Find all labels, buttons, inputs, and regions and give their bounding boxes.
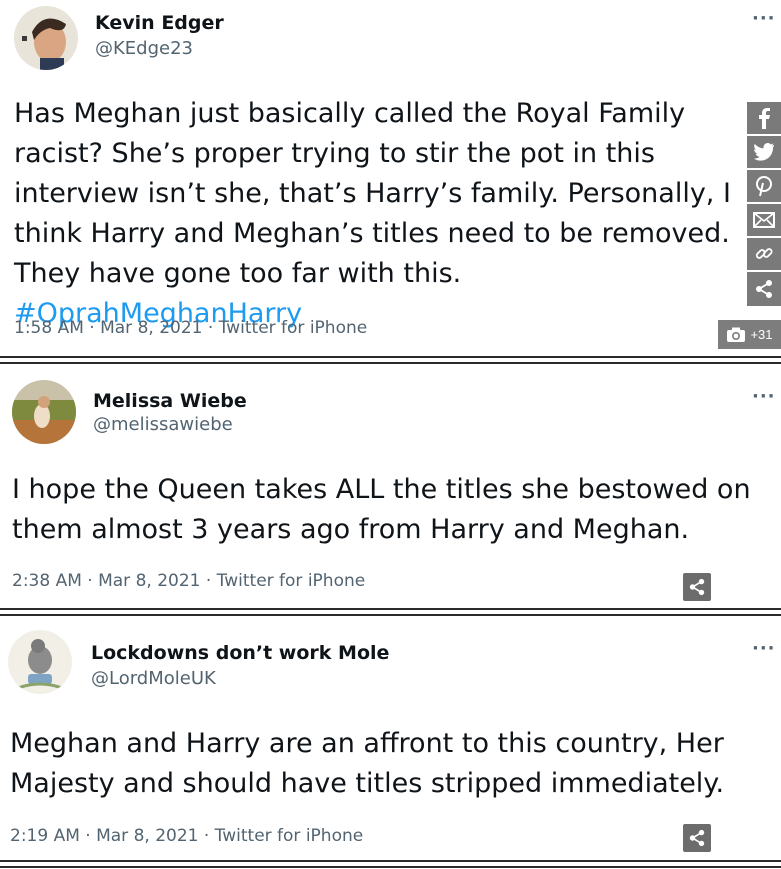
- author-handle[interactable]: @melissawiebe: [93, 414, 233, 435]
- author-name[interactable]: Kevin Edger: [95, 12, 224, 34]
- avatar[interactable]: [8, 630, 72, 694]
- tweet-meta[interactable]: 2:38 AM · Mar 8, 2021 · Twitter for iPho…: [12, 571, 365, 591]
- tweet-text: I hope the Queen takes ALL the titles sh…: [12, 474, 751, 545]
- share-icon: [689, 578, 705, 596]
- social-share-bar: [747, 102, 781, 306]
- more-options-button[interactable]: ···: [752, 8, 776, 29]
- author-handle[interactable]: @KEdge23: [95, 38, 193, 59]
- author-name[interactable]: Lockdowns don’t work Mole: [91, 642, 389, 664]
- avatar[interactable]: [12, 380, 76, 444]
- link-icon[interactable]: [747, 238, 781, 272]
- divider: [0, 608, 781, 616]
- share-button[interactable]: [683, 573, 711, 601]
- share-icon: [689, 829, 705, 847]
- gallery-count: +31: [750, 327, 773, 342]
- avatar[interactable]: [14, 6, 78, 70]
- tweet-card: Lockdowns don’t work Mole @LordMoleUK ··…: [0, 616, 781, 860]
- divider: [0, 356, 781, 364]
- tweet-body: Has Meghan just basically called the Roy…: [14, 98, 731, 289]
- camera-icon: [727, 327, 746, 342]
- tweet-meta[interactable]: 2:19 AM · Mar 8, 2021 · Twitter for iPho…: [10, 826, 363, 846]
- tweet-text: Has Meghan just basically called the Roy…: [14, 94, 754, 334]
- author-name[interactable]: Melissa Wiebe: [93, 390, 247, 412]
- pinterest-icon[interactable]: [747, 170, 781, 204]
- facebook-icon[interactable]: [747, 102, 781, 136]
- tweet-text: Meghan and Harry are an affront to this …: [10, 728, 725, 799]
- twitter-icon[interactable]: [747, 136, 781, 170]
- share-icon[interactable]: [747, 272, 781, 306]
- tweet-card: Melissa Wiebe @melissawiebe ··· I hope t…: [0, 364, 781, 608]
- more-options-button[interactable]: ···: [752, 386, 776, 407]
- more-options-button[interactable]: ···: [752, 638, 776, 659]
- author-handle[interactable]: @LordMoleUK: [91, 668, 216, 689]
- gallery-count-badge[interactable]: +31: [718, 320, 781, 349]
- tweet-card: Kevin Edger @KEdge23 ··· Has Meghan just…: [0, 0, 781, 356]
- share-button[interactable]: [683, 824, 711, 852]
- tweet-meta[interactable]: 1:58 AM · Mar 8, 2021 · Twitter for iPho…: [14, 318, 367, 338]
- divider: [0, 860, 781, 868]
- email-icon[interactable]: [747, 204, 781, 238]
